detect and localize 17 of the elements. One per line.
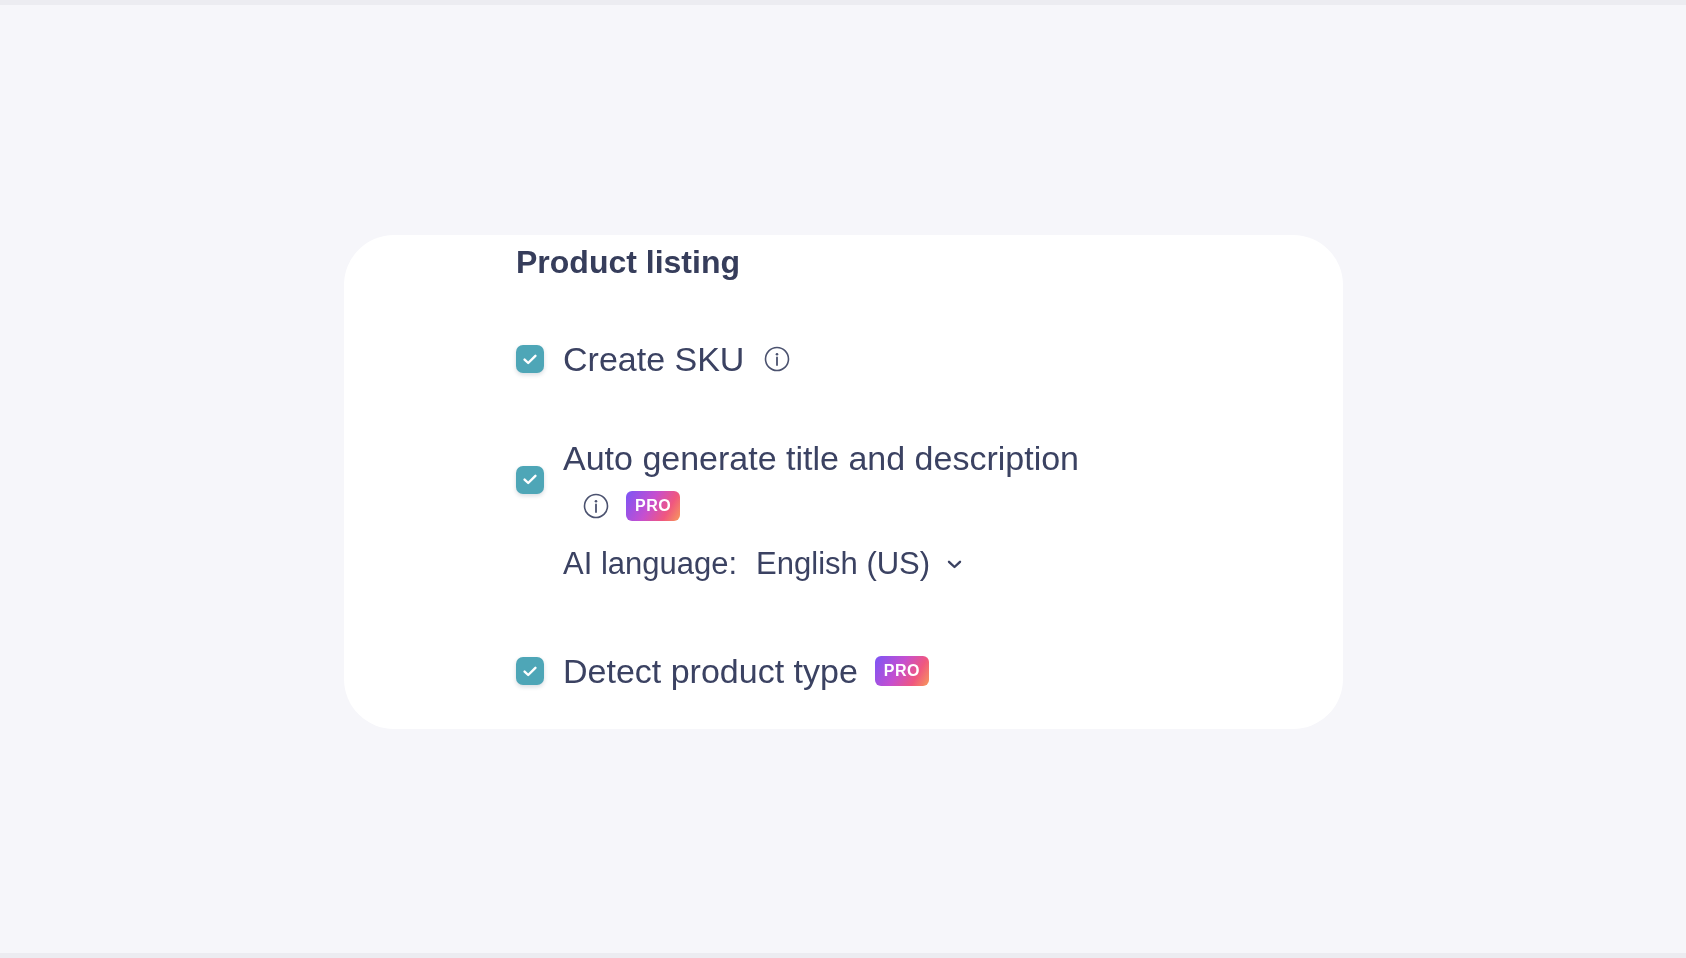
pro-badge: PRO [626,491,681,521]
checkbox[interactable] [516,345,544,373]
check-icon [523,665,537,677]
option-label: Create SKU [563,339,745,379]
option-label: Detect product type [563,651,858,691]
setting-label: AI language: [563,545,738,583]
language-dropdown[interactable]: English (US) [756,544,963,584]
checkbox[interactable] [516,657,544,685]
checkbox[interactable] [516,465,544,494]
chevron-down-icon [947,559,963,569]
check-icon [523,353,537,365]
option-label: Auto generate title and description [563,438,1079,478]
info-icon[interactable] [764,346,791,372]
pro-badge: PRO [874,656,929,686]
info-icon[interactable] [583,493,609,519]
check-icon [523,474,537,485]
section-title: Product listing [516,245,740,279]
